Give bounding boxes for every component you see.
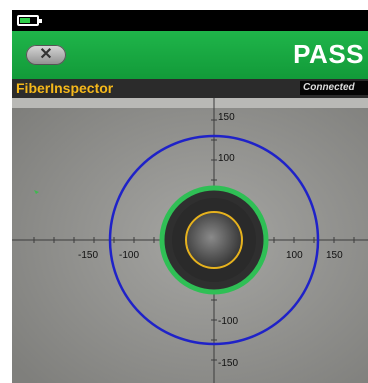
connection-status: Connected: [300, 81, 368, 95]
fiber-endface-view[interactable]: -150 -100 100 150 150 100 -100 -150: [12, 98, 368, 383]
close-icon: ✕: [39, 46, 53, 63]
app-title-bar: FiberInspector Connected: [12, 79, 368, 98]
y-label-neg150: -150: [218, 358, 238, 369]
x-label-100: 100: [286, 250, 303, 261]
device-screen: ✕ PASS FiberInspector Connected -150 -10…: [12, 10, 368, 383]
y-label-150: 150: [218, 112, 235, 123]
result-header: ✕ PASS: [12, 31, 368, 79]
app-title: FiberInspector: [16, 80, 114, 96]
battery-icon: [17, 15, 42, 26]
x-label-150: 150: [326, 250, 343, 261]
x-label-neg150: -150: [78, 250, 98, 261]
result-status: PASS: [293, 39, 364, 69]
fiber-image: -150 -100 100 150 150 100 -100 -150: [12, 98, 368, 383]
fiber-core: [187, 213, 241, 267]
y-label-neg100: -100: [218, 316, 238, 327]
close-button[interactable]: ✕: [26, 45, 66, 65]
x-label-neg100: -100: [119, 250, 139, 261]
top-band: [12, 98, 368, 108]
status-bar: [12, 10, 368, 31]
y-label-100: 100: [218, 153, 235, 164]
